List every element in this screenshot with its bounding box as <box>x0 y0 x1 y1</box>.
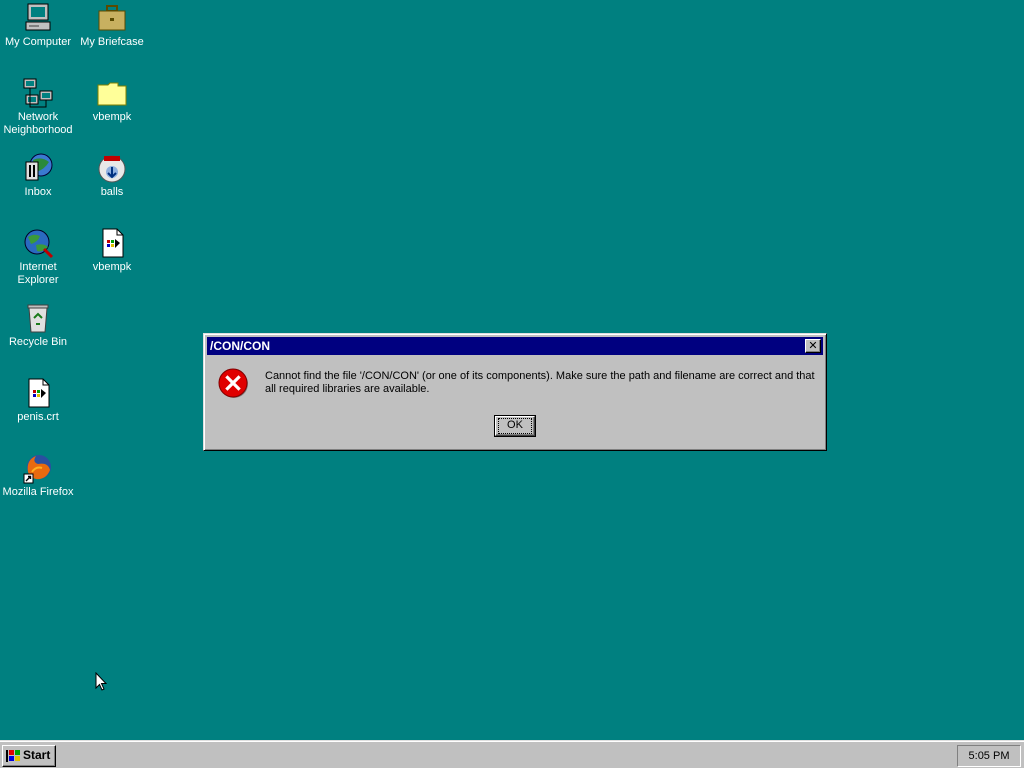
desktop-icon-label: balls <box>100 186 124 198</box>
desktop-icon-label: penis.crt <box>17 411 59 423</box>
start-label: Start <box>23 748 51 762</box>
error-message: Cannot find the file '/CON/CON' (or one … <box>265 370 815 395</box>
desktop-icon-balls[interactable]: balls <box>74 152 150 199</box>
recycle-bin-icon <box>27 304 49 333</box>
ok-button[interactable]: OK <box>494 415 536 437</box>
desktop-icon-mozilla-firefox[interactable]: Mozilla Firefox <box>0 452 76 499</box>
desktop-icon-label: Internet Explorer <box>17 261 59 286</box>
error-icon <box>218 368 248 398</box>
mouse-pointer-icon <box>95 672 107 691</box>
firefox-shortcut-icon <box>23 455 51 484</box>
desktop-icon-my-computer[interactable]: My Computer <box>0 2 76 49</box>
briefcase-icon <box>98 5 126 31</box>
error-dialog: /CON/CON ✕ Cannot find the file '/CON/CO… <box>203 333 827 451</box>
desktop-icon-internet-explorer[interactable]: Internet Explorer <box>0 227 76 287</box>
desktop-icon-recycle-bin[interactable]: Recycle Bin <box>0 302 76 349</box>
file-icon <box>102 228 124 258</box>
desktop-icon-label: Inbox <box>24 186 52 198</box>
taskbar: Start 5:05 PM <box>0 740 1024 768</box>
desktop-icon-my-briefcase[interactable]: My Briefcase <box>74 2 150 49</box>
close-button[interactable]: ✕ <box>805 339 821 353</box>
desktop-icon-label: Mozilla Firefox <box>2 486 74 498</box>
system-tray[interactable]: 5:05 PM <box>957 745 1021 767</box>
clock: 5:05 PM <box>968 750 1010 762</box>
desktop-icon-vbempk-folder[interactable]: vbempk <box>74 77 150 124</box>
desktop-icon-label: Recycle Bin <box>8 336 68 348</box>
desktop-icon-label: My Briefcase <box>80 36 144 48</box>
desktop-icon-inbox[interactable]: Inbox <box>0 152 76 199</box>
close-icon: ✕ <box>808 339 818 352</box>
dialog-title: /CON/CON <box>210 339 270 353</box>
desktop-icon-vbempk-file[interactable]: vbempk <box>74 227 150 274</box>
dialog-titlebar[interactable]: /CON/CON ✕ <box>207 337 823 355</box>
windows-logo-icon <box>6 750 20 762</box>
desktop-icon-network-neighborhood[interactable]: Network Neighborhood <box>0 77 76 137</box>
desktop-icon-penis-crt[interactable]: penis.crt <box>0 377 76 424</box>
start-button[interactable]: Start <box>2 745 56 767</box>
file-icon <box>28 378 50 408</box>
internet-explorer-icon <box>24 229 54 259</box>
network-icon <box>23 78 53 108</box>
desktop-icon-label: My Computer <box>4 36 72 48</box>
ok-button-label: OK <box>507 419 523 431</box>
my-computer-icon <box>25 3 51 31</box>
installer-icon <box>98 155 126 183</box>
folder-icon <box>97 82 127 106</box>
desktop-icon-label: Network Neighborhood <box>3 111 73 136</box>
inbox-icon <box>25 153 53 181</box>
desktop-icon-label: vbempk <box>92 111 132 123</box>
desktop-icon-label: vbempk <box>92 261 132 273</box>
